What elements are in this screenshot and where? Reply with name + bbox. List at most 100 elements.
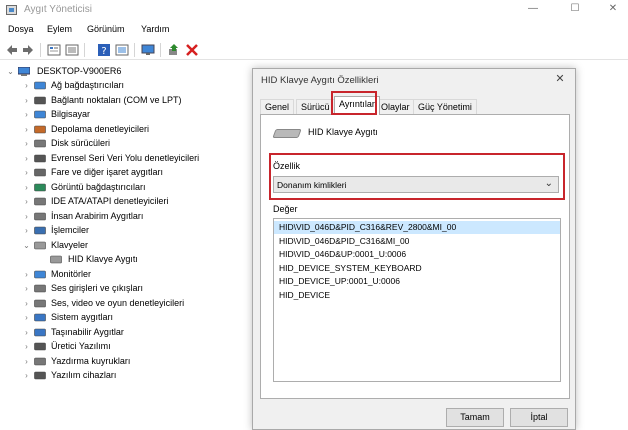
tree-item-label: Üretici Yazılımı <box>51 341 111 351</box>
keyboard-icon <box>50 255 62 265</box>
value-list[interactable]: HID\VID_046D&PID_C316&REV_2800&MI_00 HID\… <box>273 218 561 382</box>
expand-chevron-icon[interactable]: › <box>22 139 31 148</box>
toolbar-separator <box>134 43 135 57</box>
expand-chevron-icon[interactable]: › <box>22 168 31 177</box>
expand-chevron-icon[interactable]: › <box>22 371 31 380</box>
expand-chevron-icon[interactable]: › <box>22 270 31 279</box>
expand-chevron-icon[interactable]: › <box>22 328 31 337</box>
expand-chevron-icon[interactable]: › <box>22 284 31 293</box>
menu-view[interactable]: Görünüm <box>87 24 125 34</box>
menu-file[interactable]: Dosya <box>8 24 34 34</box>
toolbar: ? <box>0 40 628 60</box>
tree-item-label: Görüntü bağdaştırıcıları <box>51 181 146 192</box>
tree-item-label: Sistem aygıtları <box>51 312 114 322</box>
expand-chevron-icon[interactable]: › <box>22 183 31 192</box>
cancel-button[interactable]: İptal <box>510 408 568 427</box>
properties-dialog: HID Klavye Aygıtı Özellikleri ✕ Genel Sü… <box>252 68 576 430</box>
display-adapter-icon <box>34 183 46 193</box>
tree-item-label: IDE ATA/ATAPI denetleyicileri <box>51 196 169 206</box>
computer-icon <box>18 67 30 76</box>
list-icon[interactable] <box>65 43 79 57</box>
dialog-close-button[interactable]: ✕ <box>549 70 571 88</box>
value-list-item[interactable]: HID_DEVICE_SYSTEM_KEYBOARD <box>274 262 560 275</box>
software-icon <box>34 371 46 381</box>
expand-chevron-icon[interactable]: › <box>22 342 31 351</box>
monitor-icon[interactable] <box>141 43 155 57</box>
tab-driver[interactable]: Sürücü <box>296 99 335 114</box>
value-label: Değer <box>273 204 298 214</box>
properties-icon[interactable] <box>47 43 61 57</box>
computer-icon <box>34 110 46 120</box>
close-button[interactable]: ✕ <box>596 0 628 20</box>
property-dropdown[interactable]: Donanım kimlikleri ⌄ <box>273 176 559 193</box>
dialog-title: HID Klavye Aygıtı Özellikleri <box>261 75 379 86</box>
value-list-item[interactable]: HID\VID_046D&PID_C316&REV_2800&MI_00 <box>274 221 560 234</box>
expand-chevron-icon[interactable]: › <box>22 125 31 134</box>
menu-help[interactable]: Yardım <box>141 24 169 34</box>
tab-events[interactable]: Olaylar <box>376 99 415 114</box>
maximize-button[interactable]: ☐ <box>558 0 592 20</box>
svg-text:?: ? <box>101 46 106 57</box>
forward-arrow-icon[interactable] <box>21 43 35 57</box>
toolbar-separator <box>160 43 161 57</box>
tree-item-label: Bilgisayar <box>51 109 91 119</box>
port-icon <box>34 96 46 106</box>
expand-chevron-icon[interactable]: › <box>22 154 31 163</box>
keyboard-icon <box>34 241 46 251</box>
device-manager-window: Aygıt Yöneticisi — ☐ ✕ Dosya Eylem Görün… <box>0 0 628 430</box>
tree-item-label: Ses, video ve oyun denetleyicileri <box>51 297 185 308</box>
expand-chevron-icon[interactable]: › <box>22 226 31 235</box>
menu-action[interactable]: Eylem <box>47 24 72 34</box>
tab-general[interactable]: Genel <box>260 99 295 114</box>
tree-item-label: Klavyeler <box>51 239 89 250</box>
minimize-button[interactable]: — <box>516 0 550 20</box>
collapse-chevron-icon[interactable]: ⌄ <box>6 67 15 76</box>
title-bar: Aygıt Yöneticisi — ☐ ✕ <box>0 0 628 20</box>
help-icon[interactable]: ? <box>97 43 111 57</box>
toolbar-separator <box>84 43 85 57</box>
update-driver-icon[interactable] <box>167 43 181 57</box>
tree-item-label: HID Klavye Aygıtı <box>68 254 138 264</box>
property-dropdown-value: Donanım kimlikleri <box>277 180 347 190</box>
device-manager-icon <box>6 5 17 15</box>
expand-chevron-icon[interactable]: › <box>22 81 31 90</box>
expand-chevron-icon[interactable]: › <box>22 357 31 366</box>
window-title: Aygıt Yöneticisi <box>24 4 93 15</box>
tree-item-label: Ağ bağdaştırıcıları <box>51 80 125 90</box>
usb-icon <box>34 154 46 164</box>
value-list-item[interactable]: HID\VID_046D&UP:0001_U:0006 <box>274 248 560 261</box>
toolbar-separator <box>40 43 41 57</box>
value-list-item[interactable]: HID_DEVICE <box>274 289 560 302</box>
details-panel: HID Klavye Aygıtı Özellik Donanım kimlik… <box>260 114 570 399</box>
tree-item-label: Monitörler <box>51 268 92 279</box>
expand-chevron-icon[interactable]: › <box>22 110 31 119</box>
tree-item-label: Depolama denetleyicileri <box>51 123 150 134</box>
expand-chevron-icon[interactable]: › <box>22 197 31 206</box>
sound-icon <box>34 299 46 309</box>
tab-power-management[interactable]: Güç Yönetimi <box>413 99 477 114</box>
processor-icon <box>34 226 46 236</box>
system-icon <box>34 313 46 323</box>
dialog-tabs: Genel Sürücü Ayrıntılar Olaylar Güç Yöne… <box>260 96 570 115</box>
property-label: Özellik <box>273 161 301 171</box>
back-arrow-icon[interactable] <box>5 43 19 57</box>
device-name: HID Klavye Aygıtı <box>308 127 378 137</box>
value-list-item[interactable]: HID_DEVICE_UP:0001_U:0006 <box>274 275 560 288</box>
value-list-item[interactable]: HID\VID_046D&PID_C316&MI_00 <box>274 235 560 248</box>
view-icon[interactable] <box>115 43 129 57</box>
firmware-icon <box>34 342 46 352</box>
tree-item-label: Ses girişleri ve çıkışları <box>51 283 144 293</box>
expand-chevron-icon[interactable]: › <box>22 299 31 308</box>
collapse-chevron-icon[interactable]: ⌄ <box>22 241 31 250</box>
expand-chevron-icon[interactable]: › <box>22 313 31 322</box>
expand-chevron-icon[interactable]: › <box>22 212 31 221</box>
expand-chevron-icon[interactable]: › <box>22 96 31 105</box>
uninstall-icon[interactable] <box>185 43 199 57</box>
ide-icon <box>34 197 46 207</box>
ok-button[interactable]: Tamam <box>446 408 504 427</box>
tree-item-label: Yazılım cihazları <box>51 370 117 380</box>
tree-item-label: Yazdırma kuyrukları <box>51 355 131 366</box>
storage-icon <box>34 125 46 135</box>
disk-icon <box>34 139 46 149</box>
tree-item-label: Evrensel Seri Veri Yolu denetleyicileri <box>51 152 200 163</box>
